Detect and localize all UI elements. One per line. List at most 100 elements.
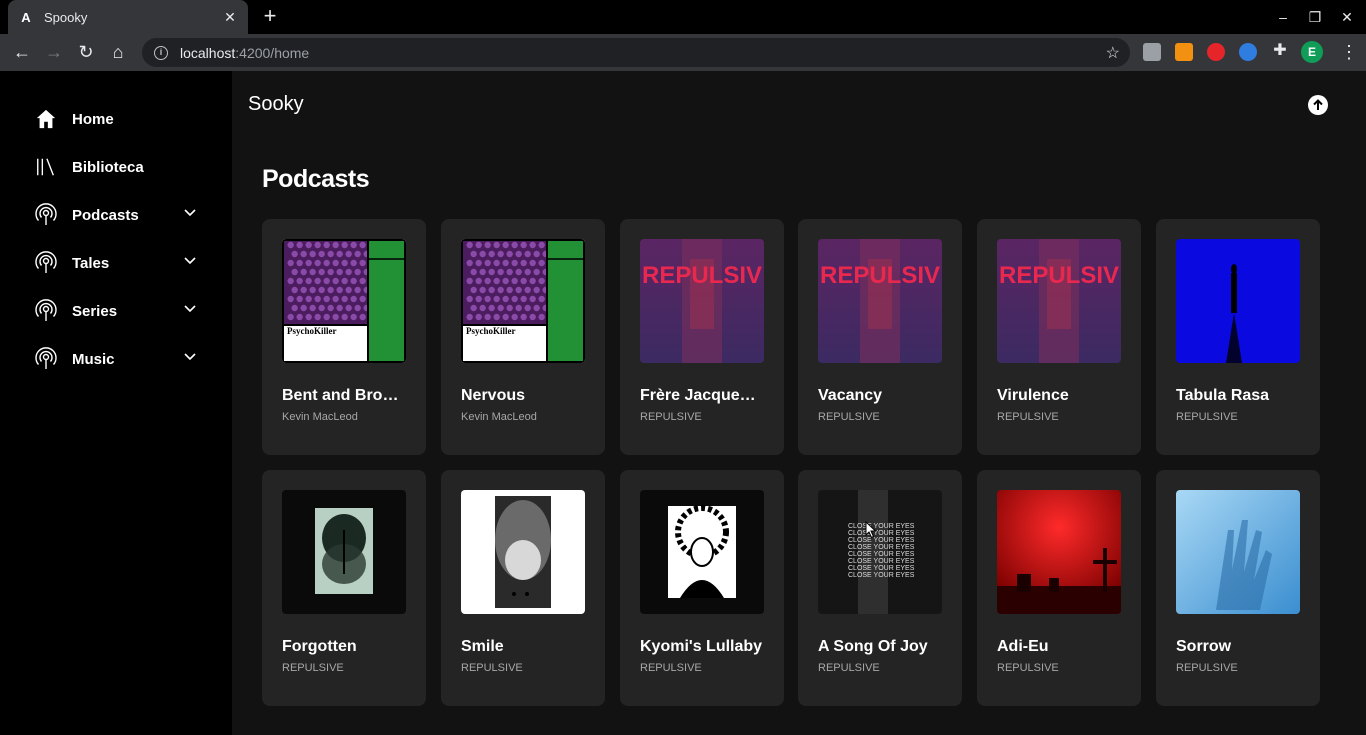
card-title[interactable]: Virulence [997, 387, 1121, 405]
chevron-down-icon[interactable] [184, 305, 196, 313]
podcast-card[interactable]: REPULSIV Vacancy REPULSIVE [798, 219, 962, 455]
podcast-card[interactable]: Sorrow REPULSIVE [1156, 470, 1320, 706]
card-artist: REPULSIVE [818, 411, 880, 423]
cover-art-image[interactable] [461, 490, 585, 614]
cover-art-image[interactable] [997, 490, 1121, 614]
url-host: localhost [180, 44, 236, 61]
minimize-icon[interactable]: – [1275, 9, 1291, 25]
cover-art-image[interactable]: PsychoKiller [282, 239, 406, 363]
arrow-up-icon [1313, 99, 1323, 110]
card-artist: REPULSIVE [997, 662, 1059, 674]
angular-favicon-icon: A [21, 9, 31, 25]
card-artist: Kevin MacLeod [282, 411, 358, 423]
podcast-card[interactable]: PsychoKiller Bent and Bro… Kevin MacLeod [262, 219, 426, 455]
podcast-card[interactable]: REPULSIV Frère Jacque… REPULSIVE [620, 219, 784, 455]
card-artist: REPULSIVE [461, 662, 523, 674]
svg-text:REPULSIV: REPULSIV [642, 262, 762, 289]
sidebar-item-home[interactable]: Home [32, 104, 202, 134]
card-title[interactable]: Bent and Bro… [282, 387, 406, 405]
sidebar: Home Biblioteca Podcasts Tales Series Mu… [0, 71, 232, 735]
site-info-icon[interactable]: i [154, 45, 168, 60]
card-artist: REPULSIVE [282, 662, 344, 674]
svg-text:PsychoKiller: PsychoKiller [287, 326, 337, 336]
podcast-card[interactable]: REPULSIV Virulence REPULSIVE [977, 219, 1141, 455]
podcast-icon [32, 249, 60, 277]
extension-icon[interactable] [1143, 43, 1161, 61]
svg-text:CLOSE YOUR EYES: CLOSE YOUR EYES [848, 558, 915, 565]
podcast-card[interactable]: Adi-Eu REPULSIVE [977, 470, 1141, 706]
close-tab-icon[interactable]: ✕ [222, 9, 238, 26]
bookmark-star-icon[interactable]: ☆ [1106, 43, 1120, 63]
chevron-down-icon[interactable] [184, 209, 196, 217]
cover-art-image[interactable] [640, 490, 764, 614]
sidebar-item-biblioteca[interactable]: Biblioteca [32, 152, 202, 182]
card-title[interactable]: Frère Jacque… [640, 387, 764, 405]
rss-extension-icon[interactable] [1175, 43, 1193, 61]
reload-icon[interactable]: ↻ [75, 42, 97, 64]
puzzle-extensions-icon[interactable]: ✚ [1269, 41, 1291, 63]
podcast-icon [32, 201, 60, 229]
new-tab-icon[interactable]: + [260, 5, 280, 27]
restore-icon[interactable]: ❐ [1307, 9, 1323, 26]
card-artist: REPULSIVE [640, 662, 702, 674]
card-title[interactable]: Tabula Rasa [1176, 387, 1300, 405]
podcast-card[interactable]: PsychoKiller Nervous Kevin MacLeod [441, 219, 605, 455]
sidebar-item-podcasts[interactable]: Podcasts [32, 200, 202, 230]
home-browser-icon[interactable]: ⌂ [107, 42, 129, 64]
card-title[interactable]: Sorrow [1176, 638, 1300, 656]
adblock-extension-icon[interactable] [1207, 43, 1225, 61]
svg-text:CLOSE YOUR EYES: CLOSE YOUR EYES [848, 572, 915, 579]
svg-text:CLOSE YOUR EYES: CLOSE YOUR EYES [848, 530, 915, 537]
podcast-card[interactable]: Smile REPULSIVE [441, 470, 605, 706]
chevron-down-icon[interactable] [184, 257, 196, 265]
cover-art-image[interactable] [1176, 239, 1300, 363]
cover-art-image[interactable]: REPULSIV [997, 239, 1121, 363]
sidebar-item-label: Biblioteca [72, 158, 144, 176]
podcast-icon [32, 297, 60, 325]
card-title[interactable]: Kyomi's Lullaby [640, 638, 764, 656]
card-title[interactable]: Nervous [461, 387, 585, 405]
card-title[interactable]: A Song Of Joy [818, 638, 942, 656]
svg-text:CLOSE YOUR EYES: CLOSE YOUR EYES [848, 537, 915, 544]
address-bar[interactable]: i localhost:4200/home ☆ [142, 38, 1130, 67]
sidebar-item-label: Podcasts [72, 206, 139, 224]
sidebar-item-music[interactable]: Music [32, 344, 202, 374]
podcast-icon [32, 345, 60, 373]
card-title[interactable]: Smile [461, 638, 585, 656]
podcast-card[interactable]: Tabula Rasa REPULSIVE [1156, 219, 1320, 455]
sidebar-item-series[interactable]: Series [32, 296, 202, 326]
cover-art-image[interactable] [1176, 490, 1300, 614]
card-artist: REPULSIVE [1176, 411, 1238, 423]
close-window-icon[interactable]: ✕ [1339, 9, 1355, 26]
podcast-card[interactable]: Forgotten REPULSIVE [262, 470, 426, 706]
vpn-extension-icon[interactable] [1239, 43, 1257, 61]
upload-button[interactable] [1308, 95, 1328, 115]
cover-art-image[interactable]: REPULSIV [640, 239, 764, 363]
browser-menu-icon[interactable]: ⋮ [1340, 42, 1358, 62]
forward-icon[interactable]: → [43, 42, 65, 64]
section-title: Podcasts [262, 165, 370, 193]
cover-art-image[interactable] [282, 490, 406, 614]
browser-tab[interactable]: A Spooky ✕ [8, 0, 248, 34]
chevron-down-icon[interactable] [184, 353, 196, 361]
cover-art-image[interactable]: PsychoKiller [461, 239, 585, 363]
card-title[interactable]: Adi-Eu [997, 638, 1121, 656]
cover-art-image[interactable]: CLOSE YOUR EYES CLOSE YOUR EYES CLOSE YOUR… [818, 490, 942, 614]
mouse-cursor-icon [865, 521, 877, 539]
svg-text:CLOSE YOUR EYES: CLOSE YOUR EYES [848, 551, 915, 558]
podcast-card[interactable]: Kyomi's Lullaby REPULSIVE [620, 470, 784, 706]
sidebar-item-label: Tales [72, 254, 110, 272]
url-path: :4200/home [235, 44, 310, 61]
card-title[interactable]: Forgotten [282, 638, 406, 656]
card-artist: REPULSIVE [997, 411, 1059, 423]
card-title[interactable]: Vacancy [818, 387, 942, 405]
card-artist: Kevin MacLeod [461, 411, 537, 423]
scrollbar[interactable] [1356, 71, 1366, 735]
svg-text:CLOSE YOUR EYES: CLOSE YOUR EYES [848, 565, 915, 572]
podcast-card[interactable]: CLOSE YOUR EYES CLOSE YOUR EYES CLOSE YOUR… [798, 470, 962, 706]
profile-avatar[interactable]: E [1301, 41, 1323, 63]
sidebar-item-tales[interactable]: Tales [32, 248, 202, 278]
sidebar-item-label: Music [72, 350, 115, 368]
cover-art-image[interactable]: REPULSIV [818, 239, 942, 363]
back-icon[interactable]: ← [11, 42, 33, 64]
